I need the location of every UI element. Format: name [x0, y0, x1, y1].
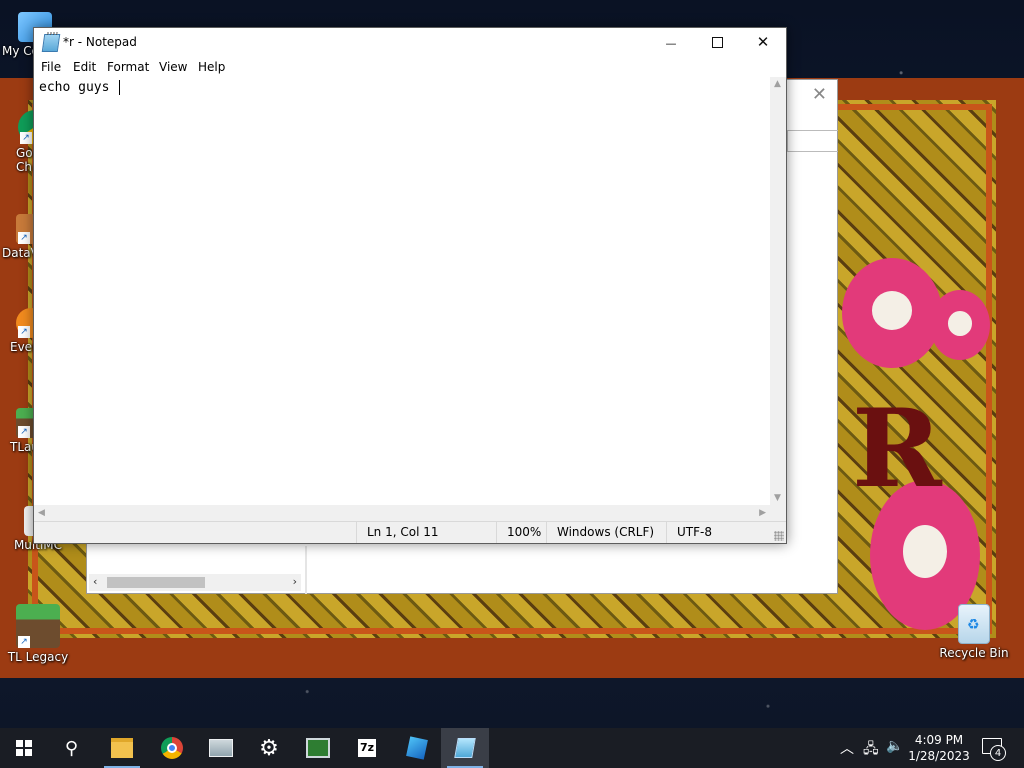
shortcut-arrow-icon: ↗ [18, 426, 30, 438]
terminal-icon [306, 738, 330, 758]
scroll-right-icon[interactable]: ▶ [759, 508, 766, 518]
search-button[interactable]: ⚲ [48, 728, 96, 768]
menu-edit[interactable]: Edit [73, 60, 96, 74]
chrome-icon [161, 737, 183, 759]
close-button[interactable]: ✕ [740, 28, 786, 57]
file-explorer-icon [111, 738, 133, 758]
editor-text: echo guys [39, 80, 118, 95]
flower-decoration [930, 290, 990, 360]
flower-decoration [842, 258, 942, 368]
scroll-up-icon[interactable]: ▲ [774, 79, 781, 89]
minimize-button[interactable]: — [648, 28, 694, 57]
taskbar-pc[interactable] [197, 728, 245, 768]
taskbar-7zip[interactable]: 7z [343, 728, 391, 768]
clock-time: 4:09 PM [914, 733, 964, 747]
status-line-endings: Windows (CRLF) [546, 522, 666, 543]
recycle-bin-icon: ♻ [958, 604, 990, 644]
notification-count-badge: 4 [990, 745, 1006, 761]
taskbar-file-explorer[interactable] [98, 728, 146, 768]
clock-date: 1/28/2023 [908, 749, 970, 763]
search-icon: ⚲ [65, 737, 79, 759]
text-caret [119, 80, 121, 95]
minimize-icon: — [665, 37, 677, 50]
shortcut-arrow-icon: ↗ [18, 636, 30, 648]
taskbar-notepad[interactable] [441, 728, 489, 768]
7zip-icon: 7z [357, 739, 377, 757]
pc-icon [209, 739, 233, 757]
settings-icon: ⚙ [259, 735, 279, 761]
taskbar-settings[interactable]: ⚙ [245, 728, 293, 768]
desktop-icon-label: Recycle Bin [939, 646, 1009, 660]
scroll-left-icon[interactable]: ‹ [93, 575, 97, 588]
notepad-icon [41, 34, 61, 52]
notepad-window[interactable]: *r - Notepad — ✕ File Edit Format View H… [33, 27, 787, 544]
chevron-up-icon[interactable]: ︿ [840, 738, 854, 758]
minecraft-icon: ↗ [16, 604, 60, 648]
resize-grip-icon[interactable] [774, 531, 784, 541]
status-encoding: UTF-8 [666, 522, 776, 543]
menu-format[interactable]: Format [107, 60, 149, 74]
menu-file[interactable]: File [41, 60, 61, 74]
shortcut-arrow-icon: ↗ [18, 232, 30, 244]
desktop-icon-label: TL Legacy [7, 650, 69, 664]
status-cursor-position: Ln 1, Col 11 [356, 522, 496, 543]
clock[interactable]: 4:09 PM 1/28/2023 [906, 732, 972, 764]
taskbar-terminal[interactable] [294, 728, 342, 768]
vertical-scrollbar[interactable]: ▲ ▼ [770, 77, 786, 505]
network-icon[interactable]: 🖧 [863, 738, 879, 762]
notepad-icon [454, 738, 476, 758]
scroll-right-icon[interactable]: › [293, 575, 297, 588]
taskbar: ⚲ ⚙ 7z ︿ 🖧 🔈 4:09 PM 1/28/2023 4 [0, 728, 1024, 768]
desktop-icon-recycle-bin[interactable]: ♻ Recycle Bin [938, 604, 1010, 660]
desktop-icon-tl-legacy[interactable]: ↗ TL Legacy [2, 604, 74, 664]
start-button[interactable] [0, 728, 48, 768]
status-bar: Ln 1, Col 11 100% Windows (CRLF) UTF-8 [34, 521, 786, 543]
menu-help[interactable]: Help [198, 60, 225, 74]
title-bar[interactable]: *r - Notepad — ✕ [34, 28, 786, 57]
background-window-pane-divider[interactable] [305, 546, 307, 594]
app-icon [406, 736, 428, 760]
taskbar-chrome[interactable] [148, 728, 196, 768]
windows-logo-icon [16, 740, 32, 756]
taskbar-app[interactable] [393, 728, 441, 768]
shortcut-arrow-icon: ↗ [18, 326, 30, 338]
maximize-button[interactable] [694, 28, 740, 57]
wallpaper-letter: R [852, 386, 942, 512]
scroll-left-icon[interactable]: ◀ [38, 508, 45, 518]
background-window-close-button[interactable]: ✕ [812, 84, 827, 105]
menu-view[interactable]: View [159, 60, 187, 74]
background-window-address-field[interactable] [787, 130, 838, 152]
scrollbar-corner [770, 505, 786, 521]
shortcut-arrow-icon: ↗ [20, 132, 32, 144]
background-window-horizontal-scrollbar[interactable]: ‹ › [89, 574, 301, 591]
status-zoom: 100% [496, 522, 546, 543]
scrollbar-thumb[interactable] [107, 577, 205, 588]
menu-bar: File Edit Format View Help [34, 57, 786, 77]
text-editor[interactable]: echo guys [34, 77, 770, 505]
horizontal-scrollbar[interactable]: ◀ ▶ [34, 505, 770, 521]
scroll-down-icon[interactable]: ▼ [774, 493, 781, 503]
window-title: *r - Notepad [63, 35, 137, 49]
maximize-icon [711, 37, 723, 48]
volume-icon[interactable]: 🔈 [886, 738, 903, 754]
close-icon: ✕ [756, 33, 770, 51]
